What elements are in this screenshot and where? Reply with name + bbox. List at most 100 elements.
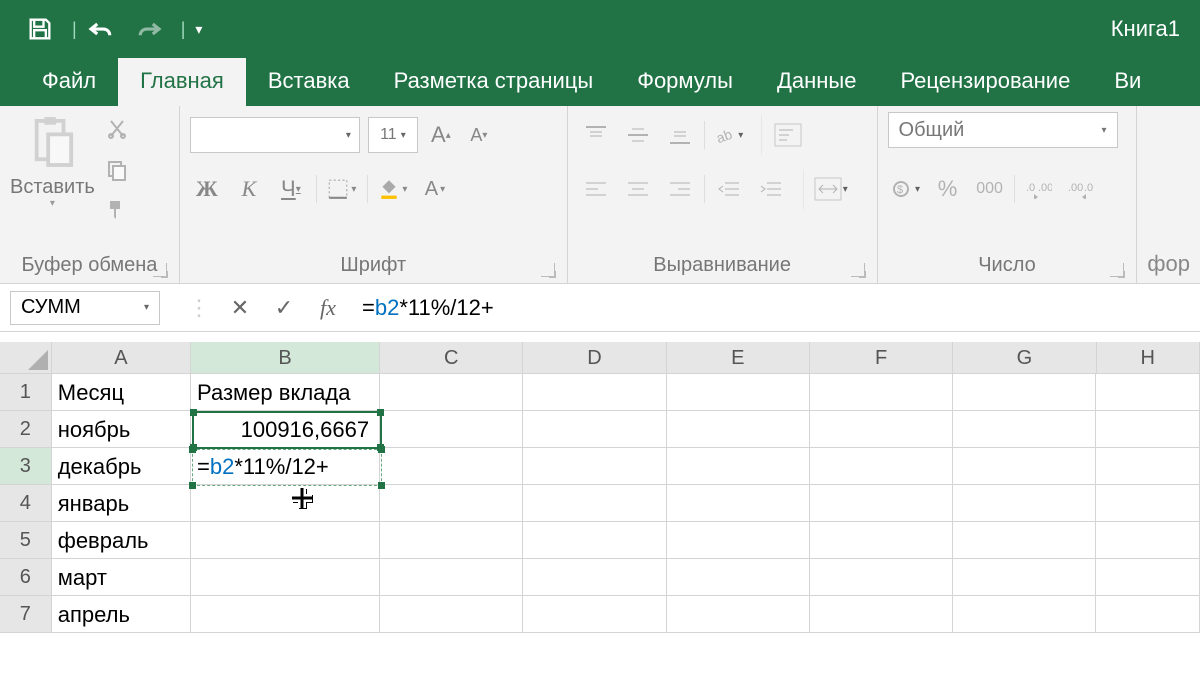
align-right-icon[interactable] <box>662 174 698 204</box>
name-box[interactable]: СУММ▾ <box>10 291 160 325</box>
cell[interactable] <box>953 411 1096 447</box>
save-icon[interactable] <box>20 9 60 49</box>
cell[interactable] <box>523 596 666 632</box>
cell[interactable] <box>810 559 953 595</box>
number-format-combo[interactable]: Общий▾ <box>888 112 1118 148</box>
cell[interactable] <box>523 522 666 558</box>
align-bottom-icon[interactable] <box>662 120 698 150</box>
cut-icon[interactable] <box>105 118 133 146</box>
enter-formula-icon[interactable]: ✓ <box>262 291 306 325</box>
cell[interactable] <box>1096 411 1200 447</box>
cell[interactable] <box>380 522 523 558</box>
font-color-icon[interactable]: A▾ <box>418 172 452 206</box>
cell[interactable] <box>667 559 810 595</box>
cell[interactable]: декабрь <box>52 448 191 484</box>
fill-color-icon[interactable]: ▾ <box>376 172 410 206</box>
cell[interactable]: Месяц <box>52 374 191 410</box>
underline-button[interactable]: Ч ▾ <box>274 172 308 206</box>
col-header-D[interactable]: D <box>523 342 666 373</box>
align-top-icon[interactable] <box>578 120 614 150</box>
cell[interactable] <box>380 559 523 595</box>
font-size-combo[interactable]: 11▾ <box>368 117 418 153</box>
insert-function-icon[interactable]: fx <box>306 291 350 325</box>
accounting-format-icon[interactable]: $▾ <box>888 174 924 204</box>
increase-font-icon[interactable]: A▴ <box>426 120 456 150</box>
col-header-G[interactable]: G <box>953 342 1096 373</box>
tab-file[interactable]: Файл <box>20 58 118 106</box>
cell[interactable] <box>810 522 953 558</box>
comma-format-icon[interactable]: 000 <box>972 174 1008 204</box>
cell[interactable] <box>191 596 380 632</box>
decrease-font-icon[interactable]: A▾ <box>464 120 494 150</box>
cell[interactable] <box>810 448 953 484</box>
cell[interactable] <box>667 374 810 410</box>
tab-view-partial[interactable]: Ви <box>1092 58 1163 106</box>
cell[interactable] <box>1096 448 1200 484</box>
cell[interactable] <box>667 448 810 484</box>
wrap-text-icon[interactable] <box>761 115 807 155</box>
tab-review[interactable]: Рецензирование <box>878 58 1092 106</box>
italic-button[interactable]: К <box>232 172 266 206</box>
tab-insert[interactable]: Вставка <box>246 58 372 106</box>
align-center-icon[interactable] <box>620 174 656 204</box>
undo-icon[interactable] <box>81 9 121 49</box>
cell[interactable] <box>523 448 666 484</box>
cell[interactable]: ноябрь <box>52 411 191 447</box>
cell[interactable] <box>191 522 380 558</box>
col-header-C[interactable]: C <box>380 342 523 373</box>
decrease-decimal-icon[interactable]: .00.0 <box>1063 174 1099 204</box>
row-header[interactable]: 5 <box>0 522 52 558</box>
cell[interactable] <box>380 485 523 521</box>
col-header-F[interactable]: F <box>810 342 953 373</box>
borders-icon[interactable]: ▾ <box>325 172 359 206</box>
conditional-format-partial[interactable]: фор <box>1147 251 1190 277</box>
cell[interactable] <box>667 596 810 632</box>
cell[interactable] <box>523 559 666 595</box>
cell[interactable] <box>380 411 523 447</box>
row-header[interactable]: 3 <box>0 448 52 484</box>
copy-icon[interactable] <box>105 158 133 186</box>
row-header[interactable]: 7 <box>0 596 52 632</box>
col-header-B[interactable]: B <box>191 342 380 373</box>
dialog-launcher-icon[interactable] <box>541 263 555 277</box>
decrease-indent-icon[interactable] <box>711 174 747 204</box>
redo-icon[interactable] <box>129 9 169 49</box>
cell[interactable] <box>810 374 953 410</box>
cell[interactable] <box>523 485 666 521</box>
row-header[interactable]: 6 <box>0 559 52 595</box>
cell[interactable] <box>810 596 953 632</box>
cell[interactable] <box>1096 596 1200 632</box>
select-all-triangle[interactable] <box>0 342 52 373</box>
cell[interactable] <box>810 485 953 521</box>
cell[interactable] <box>953 485 1096 521</box>
cell[interactable]: апрель <box>52 596 191 632</box>
merge-cells-icon[interactable]: ▾ <box>803 169 849 209</box>
increase-indent-icon[interactable] <box>753 174 789 204</box>
cell[interactable] <box>953 559 1096 595</box>
col-header-E[interactable]: E <box>667 342 810 373</box>
tab-home[interactable]: Главная <box>118 58 246 106</box>
dialog-launcher-icon[interactable] <box>851 263 865 277</box>
cell[interactable] <box>1096 485 1200 521</box>
cell[interactable] <box>380 374 523 410</box>
cell[interactable]: март <box>52 559 191 595</box>
cell[interactable] <box>1096 522 1200 558</box>
paste-icon[interactable] <box>25 112 79 172</box>
align-left-icon[interactable] <box>578 174 614 204</box>
cell[interactable] <box>191 559 380 595</box>
increase-decimal-icon[interactable]: .0.00 <box>1021 174 1057 204</box>
cell[interactable] <box>953 522 1096 558</box>
align-middle-icon[interactable] <box>620 120 656 150</box>
cell[interactable] <box>1096 559 1200 595</box>
col-header-H[interactable]: H <box>1097 342 1200 373</box>
cell[interactable]: февраль <box>52 522 191 558</box>
cell[interactable] <box>380 596 523 632</box>
cell[interactable] <box>953 448 1096 484</box>
cell[interactable] <box>667 485 810 521</box>
tab-formulas[interactable]: Формулы <box>615 58 755 106</box>
tab-data[interactable]: Данные <box>755 58 878 106</box>
cell[interactable]: 100916,6667 <box>191 411 380 447</box>
percent-format-icon[interactable]: % <box>930 174 966 204</box>
cell[interactable] <box>667 411 810 447</box>
format-painter-icon[interactable] <box>105 198 133 226</box>
